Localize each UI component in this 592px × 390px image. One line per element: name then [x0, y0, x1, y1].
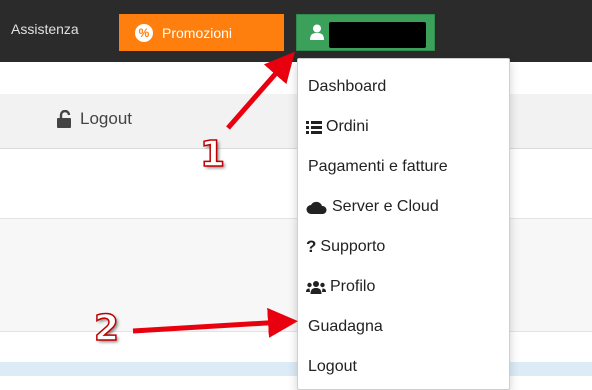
cloud-icon	[306, 200, 328, 215]
percent-icon: %	[135, 23, 153, 42]
user-icon	[310, 24, 324, 45]
top-navbar: Assistenza % Promozioni	[0, 0, 592, 62]
step-number-2: 2	[93, 307, 120, 350]
menu-item-support[interactable]: ? Supporto	[298, 230, 509, 264]
promotions-button[interactable]: % Promozioni	[119, 14, 284, 51]
menu-item-logout[interactable]: Logout	[298, 350, 509, 384]
menu-item-payments-invoices[interactable]: Pagamenti e fatture	[298, 150, 509, 184]
menu-item-label: Supporto	[320, 238, 386, 255]
users-icon	[306, 280, 326, 294]
menu-item-label: Guadagna	[308, 318, 383, 335]
menu-item-label: Ordini	[326, 118, 369, 135]
menu-item-dashboard[interactable]: Dashboard	[298, 70, 509, 104]
menu-item-label: Pagamenti e fatture	[308, 158, 448, 175]
menu-item-label: Profilo	[330, 278, 376, 295]
menu-item-label: Logout	[308, 358, 357, 375]
menu-item-server-cloud[interactable]: Server e Cloud	[298, 190, 509, 224]
menu-item-label: Server e Cloud	[332, 198, 439, 215]
unlock-icon	[57, 110, 71, 128]
menu-item-label: Dashboard	[308, 78, 387, 95]
menu-item-orders[interactable]: Ordini	[298, 110, 509, 144]
logout-label: Logout	[80, 109, 132, 128]
user-account-button[interactable]	[296, 14, 435, 51]
menu-item-earn[interactable]: Guadagna	[298, 310, 509, 344]
redacted-username	[329, 22, 426, 48]
step-number-1: 1	[199, 133, 226, 176]
user-dropdown-menu: Dashboard Ordini Pagamenti e fatture Ser…	[297, 58, 510, 390]
list-icon	[306, 120, 322, 134]
menu-item-profile[interactable]: Profilo	[298, 270, 509, 304]
logout-link[interactable]: Logout	[56, 109, 132, 129]
promotions-label: Promozioni	[162, 24, 233, 41]
assistance-link[interactable]: Assistenza	[11, 21, 79, 37]
question-icon: ?	[306, 237, 317, 256]
